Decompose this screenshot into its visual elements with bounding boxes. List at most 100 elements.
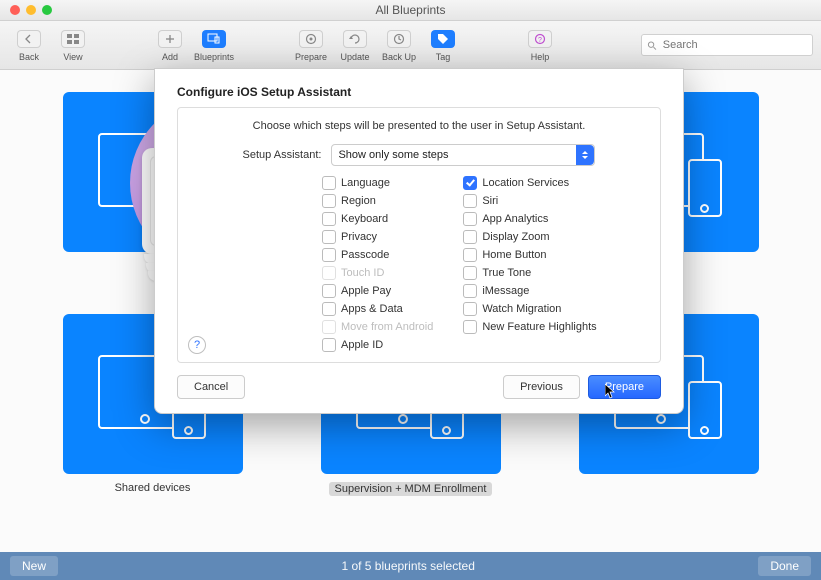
- checkbox-icon: [463, 212, 477, 226]
- setup-step-checkbox[interactable]: Keyboard: [322, 212, 433, 226]
- setup-step-checkbox[interactable]: Apple ID: [322, 338, 433, 352]
- minimize-window-button[interactable]: [26, 5, 36, 15]
- prepare-label: Prepare: [295, 52, 327, 62]
- checkbox-icon: [463, 320, 477, 334]
- add-button[interactable]: Add: [149, 23, 191, 67]
- done-button[interactable]: Done: [758, 556, 811, 576]
- setup-step-checkbox[interactable]: Display Zoom: [463, 230, 596, 244]
- new-button[interactable]: New: [10, 556, 58, 576]
- checkbox-label: Move from Android: [341, 321, 433, 333]
- cancel-button[interactable]: Cancel: [177, 375, 245, 399]
- checkbox-label: Language: [341, 177, 390, 189]
- back-label: Back: [19, 52, 39, 62]
- help-button[interactable]: ? Help: [519, 23, 561, 67]
- previous-button[interactable]: Previous: [503, 375, 580, 399]
- checkbox-icon: [322, 194, 336, 208]
- view-button[interactable]: View: [52, 23, 94, 67]
- setup-step-checkbox: Touch ID: [322, 266, 433, 280]
- sheet-description: Choose which steps will be presented to …: [194, 120, 644, 132]
- sheet-title: Configure iOS Setup Assistant: [177, 85, 661, 99]
- zoom-window-button[interactable]: [42, 5, 52, 15]
- checkbox-label: Apple ID: [341, 339, 383, 351]
- checkbox-icon: [463, 176, 477, 190]
- setup-step-checkbox[interactable]: Apps & Data: [322, 302, 433, 316]
- view-label: View: [63, 52, 82, 62]
- checkbox-icon: [322, 266, 336, 280]
- blueprint-label: Shared devices: [115, 482, 191, 494]
- checkbox-icon: [322, 338, 336, 352]
- setup-step-checkbox[interactable]: True Tone: [463, 266, 596, 280]
- checkbox-icon: [463, 230, 477, 244]
- tag-button[interactable]: Tag: [422, 23, 464, 67]
- checkbox-icon: [463, 248, 477, 262]
- toolbar: Back View Add Blueprints Prepare: [0, 21, 821, 70]
- setup-step-checkbox[interactable]: iMessage: [463, 284, 596, 298]
- checkbox-label: Location Services: [482, 177, 569, 189]
- checkbox-label: Region: [341, 195, 376, 207]
- setup-step-checkbox: Move from Android: [322, 320, 433, 334]
- search-field[interactable]: [641, 34, 813, 56]
- prepare-button-label: Prepare: [605, 381, 644, 393]
- checkbox-icon: [322, 212, 336, 226]
- checkbox-label: Keyboard: [341, 213, 388, 225]
- setup-step-checkbox[interactable]: App Analytics: [463, 212, 596, 226]
- checkbox-icon: [463, 302, 477, 316]
- chevron-up-down-icon: [576, 145, 594, 165]
- checkbox-label: Apps & Data: [341, 303, 403, 315]
- configure-setup-assistant-sheet: Configure iOS Setup Assistant Choose whi…: [154, 68, 684, 414]
- setup-step-checkbox[interactable]: Privacy: [322, 230, 433, 244]
- search-input[interactable]: [661, 38, 807, 52]
- dropdown-label: Setup Assistant:: [243, 149, 322, 161]
- help-label: Help: [531, 52, 550, 62]
- blueprints-label: Blueprints: [194, 52, 234, 62]
- traffic-lights: [10, 5, 52, 15]
- update-button[interactable]: Update: [334, 23, 376, 67]
- backup-button[interactable]: Back Up: [378, 23, 420, 67]
- blueprint-label: Supervision + MDM Enrollment: [329, 482, 493, 496]
- prepare-confirm-button[interactable]: Prepare: [588, 375, 661, 399]
- setup-step-checkbox[interactable]: Language: [322, 176, 433, 190]
- checkbox-icon: [322, 320, 336, 334]
- close-window-button[interactable]: [10, 5, 20, 15]
- checkbox-label: True Tone: [482, 267, 531, 279]
- checkbox-label: Privacy: [341, 231, 377, 243]
- checkbox-icon: [322, 176, 336, 190]
- checkbox-label: iMessage: [482, 285, 529, 297]
- checkbox-icon: [322, 248, 336, 262]
- prepare-button[interactable]: Prepare: [290, 23, 332, 67]
- checkbox-label: Home Button: [482, 249, 546, 261]
- checkbox-label: Siri: [482, 195, 498, 207]
- setup-step-checkbox[interactable]: New Feature Highlights: [463, 320, 596, 334]
- search-icon: [647, 40, 657, 51]
- select-value: Show only some steps: [338, 149, 448, 161]
- blueprints-button[interactable]: Blueprints: [193, 23, 235, 67]
- checkbox-label: Apple Pay: [341, 285, 391, 297]
- add-label: Add: [162, 52, 178, 62]
- setup-step-checkbox[interactable]: Home Button: [463, 248, 596, 262]
- back-button[interactable]: Back: [8, 23, 50, 67]
- selection-status: 1 of 5 blueprints selected: [58, 559, 758, 573]
- checkbox-label: New Feature Highlights: [482, 321, 596, 333]
- update-label: Update: [340, 52, 369, 62]
- window-title: All Blueprints: [52, 3, 769, 17]
- checkbox-icon: [463, 266, 477, 280]
- sheet-panel: Choose which steps will be presented to …: [177, 107, 661, 363]
- panel-help-button[interactable]: ?: [188, 336, 206, 354]
- checkbox-icon: [322, 230, 336, 244]
- setup-step-checkbox[interactable]: Passcode: [322, 248, 433, 262]
- svg-text:?: ?: [538, 37, 542, 44]
- checkbox-label: App Analytics: [482, 213, 548, 225]
- titlebar: All Blueprints: [0, 0, 821, 21]
- backup-label: Back Up: [382, 52, 416, 62]
- checkbox-icon: [322, 284, 336, 298]
- checkbox-icon: [322, 302, 336, 316]
- footer-bar: New 1 of 5 blueprints selected Done: [0, 552, 821, 580]
- setup-step-checkbox[interactable]: Siri: [463, 194, 596, 208]
- checkbox-label: Touch ID: [341, 267, 384, 279]
- setup-step-checkbox[interactable]: Watch Migration: [463, 302, 596, 316]
- setup-step-checkbox[interactable]: Region: [322, 194, 433, 208]
- checkbox-icon: [463, 284, 477, 298]
- setup-step-checkbox[interactable]: Apple Pay: [322, 284, 433, 298]
- setup-assistant-select[interactable]: Show only some steps: [331, 144, 595, 166]
- setup-step-checkbox[interactable]: Location Services: [463, 176, 596, 190]
